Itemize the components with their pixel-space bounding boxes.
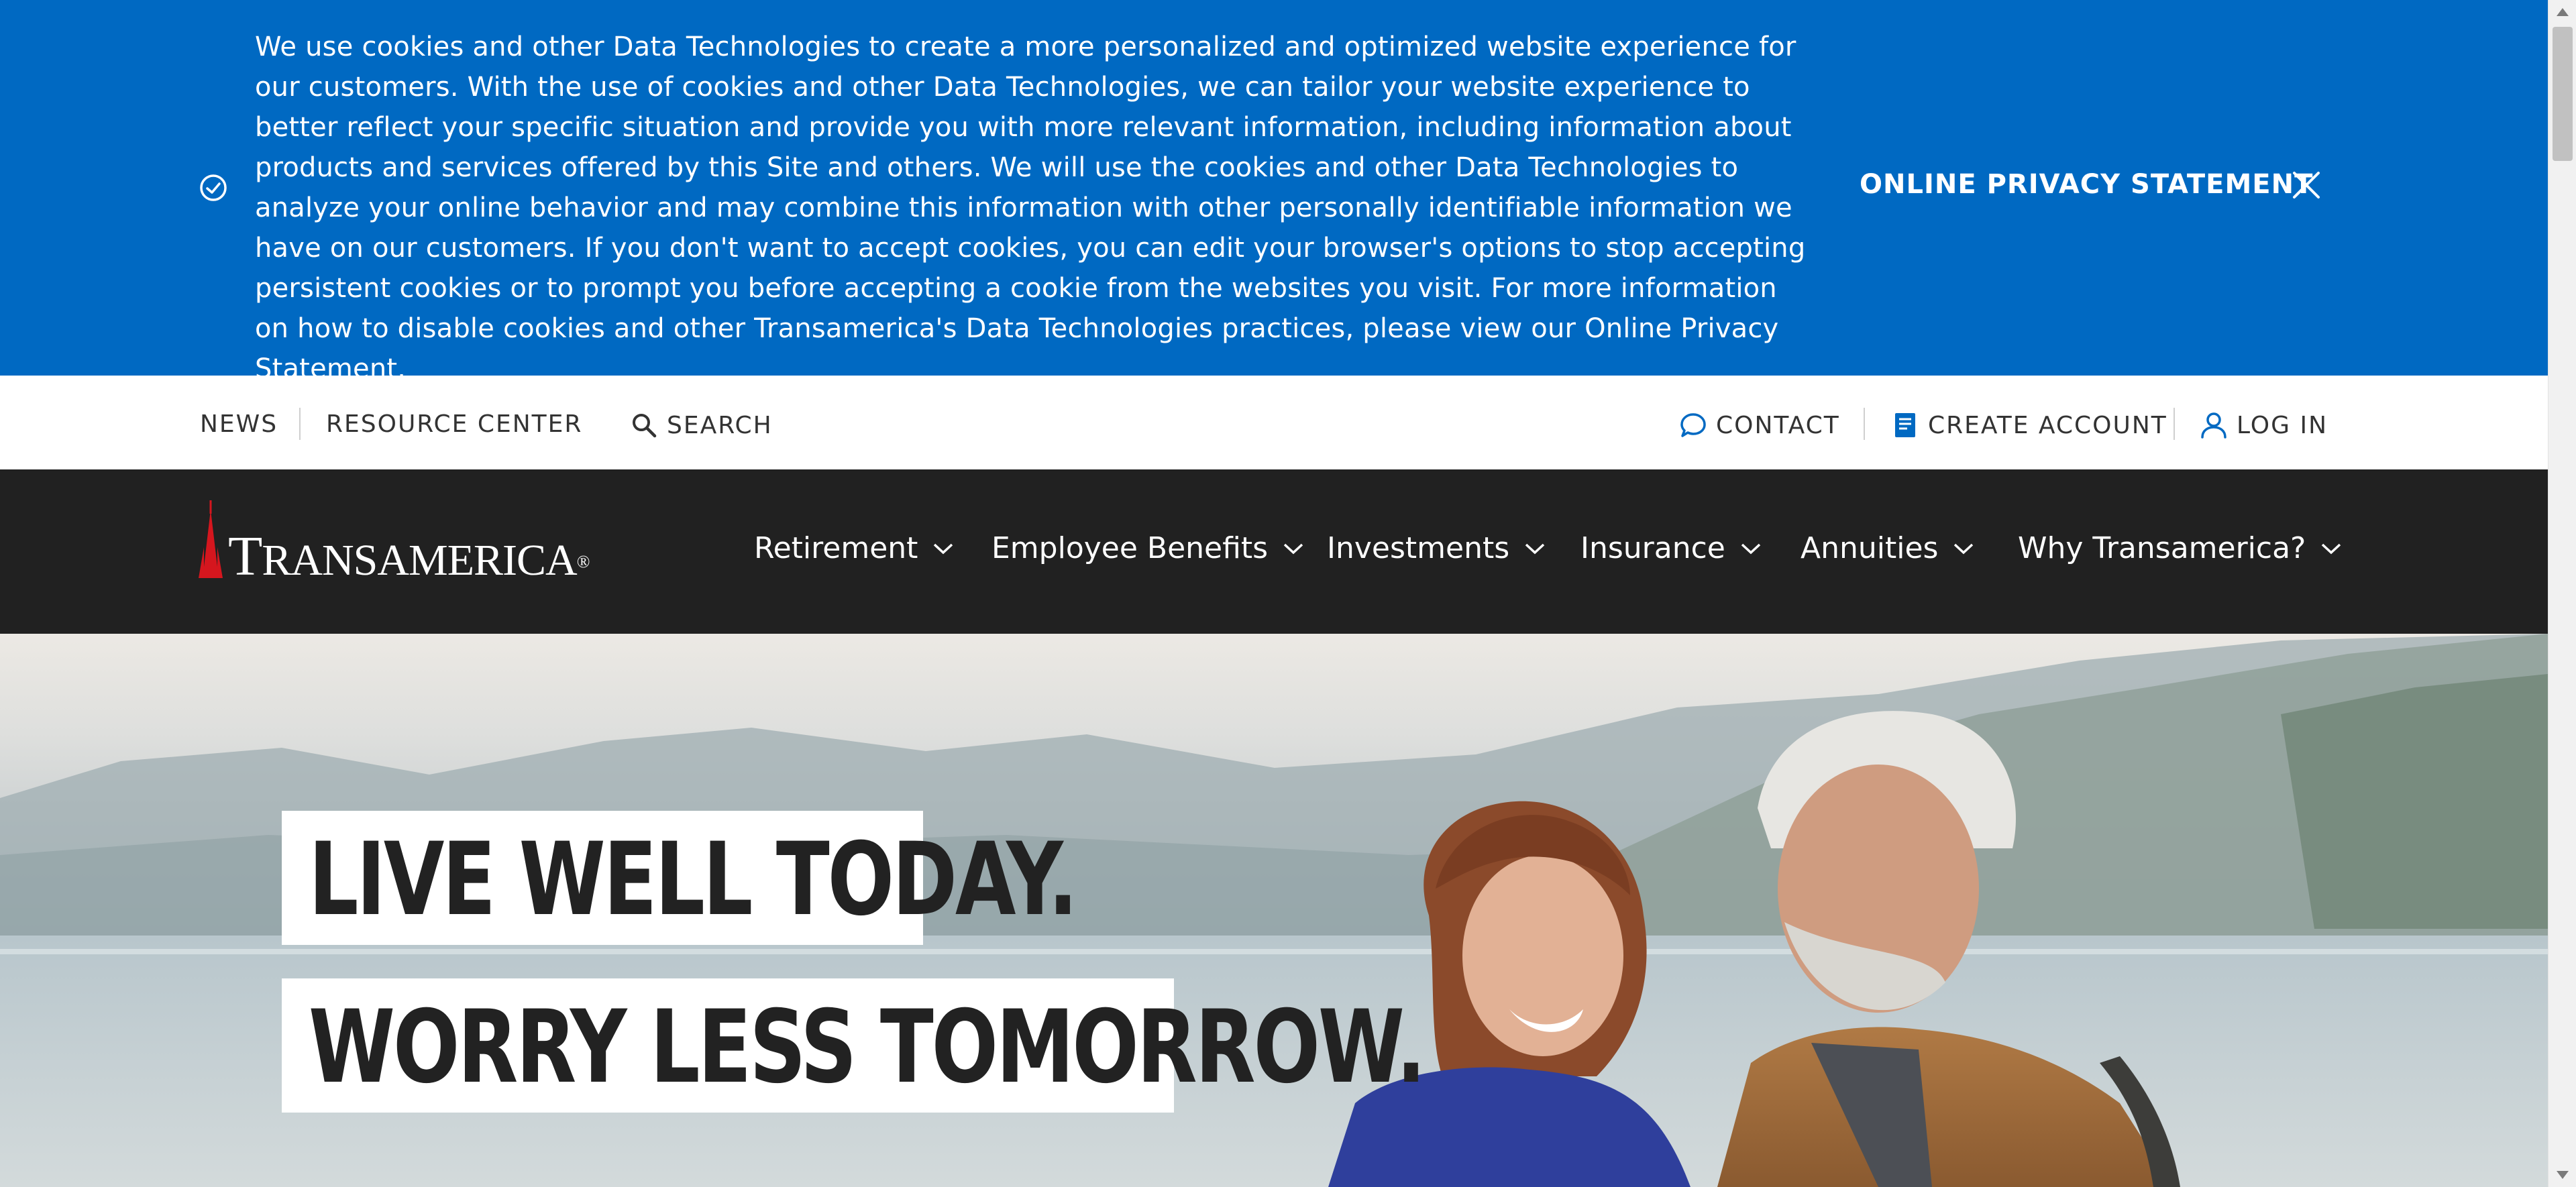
check-circle-icon bbox=[200, 174, 227, 201]
hero-headline-line-2: WORRY LESS TOMORROW. bbox=[282, 978, 1426, 1113]
nav-insurance[interactable]: Insurance bbox=[1580, 531, 1762, 565]
logo-letter: T bbox=[228, 525, 262, 587]
account-form-icon bbox=[1895, 413, 1915, 437]
nav-investments-label: Investments bbox=[1327, 531, 1510, 565]
resource-center-link[interactable]: RESOURCE CENTER bbox=[326, 410, 582, 438]
nav-why-transamerica[interactable]: Why Transamerica? bbox=[2018, 531, 2342, 565]
utility-bar: NEWS RESOURCE CENTER SEARCH CONTACT CREA… bbox=[0, 376, 2548, 469]
nav-retirement[interactable]: Retirement bbox=[754, 531, 954, 565]
scroll-down-arrow-icon[interactable] bbox=[2557, 1171, 2569, 1179]
nav-why-transamerica-label: Why Transamerica? bbox=[2018, 531, 2306, 565]
hero-headline-text-2: WORRY LESS TOMORROW. bbox=[309, 989, 1426, 1106]
nav-insurance-label: Insurance bbox=[1580, 531, 1725, 565]
hero-headline-text-1: LIVE WELL TODAY. bbox=[309, 822, 1078, 938]
transamerica-logo[interactable]: TRANSAMERICA® bbox=[199, 496, 590, 585]
contact-link[interactable]: CONTACT bbox=[1678, 410, 1840, 440]
scrollbar-thumb[interactable] bbox=[2553, 27, 2573, 161]
divider bbox=[2174, 408, 2175, 440]
search-button[interactable]: SEARCH bbox=[629, 410, 773, 440]
contact-label: CONTACT bbox=[1716, 411, 1840, 439]
nav-annuities[interactable]: Annuities bbox=[1801, 531, 1974, 565]
chevron-down-icon bbox=[1283, 543, 1303, 554]
chevron-down-icon bbox=[934, 543, 953, 554]
nav-annuities-label: Annuities bbox=[1801, 531, 1939, 565]
log-in-label: LOG IN bbox=[2237, 411, 2328, 439]
chevron-down-icon bbox=[2322, 543, 2341, 554]
chevron-down-icon bbox=[1954, 543, 1974, 554]
chat-bubble-icon bbox=[1680, 413, 1706, 437]
resource-center-label: RESOURCE CENTER bbox=[326, 410, 583, 438]
main-navigation: TRANSAMERICA® Retirement Employee Benefi… bbox=[0, 469, 2548, 634]
logo-letters: RANSAMERICA bbox=[262, 536, 577, 585]
create-account-label: CREATE ACCOUNT bbox=[1928, 411, 2167, 439]
chevron-down-icon bbox=[1525, 543, 1545, 554]
cookie-banner: We use cookies and other Data Technologi… bbox=[0, 0, 2548, 384]
nav-employee-benefits-label: Employee Benefits bbox=[991, 531, 1269, 565]
create-account-link[interactable]: CREATE ACCOUNT bbox=[1890, 410, 2167, 440]
pyramid-logo-icon bbox=[199, 500, 223, 578]
nav-retirement-label: Retirement bbox=[754, 531, 918, 565]
news-link[interactable]: NEWS bbox=[200, 410, 278, 438]
divider bbox=[299, 408, 301, 440]
search-label: SEARCH bbox=[667, 411, 773, 439]
news-link-label: NEWS bbox=[200, 410, 278, 438]
nav-employee-benefits[interactable]: Employee Benefits bbox=[991, 531, 1304, 565]
scroll-up-arrow-icon[interactable] bbox=[2557, 8, 2569, 16]
hero-banner: LIVE WELL TODAY. WORRY LESS TOMORROW. bbox=[0, 634, 2548, 1187]
nav-investments[interactable]: Investments bbox=[1327, 531, 1546, 565]
search-icon bbox=[633, 414, 657, 438]
divider bbox=[1864, 408, 1865, 440]
cookie-notice-text: We use cookies and other Data Technologi… bbox=[255, 32, 1806, 384]
chevron-down-icon bbox=[1741, 543, 1761, 554]
log-in-link[interactable]: LOG IN bbox=[2199, 410, 2328, 440]
logo-wordmark: TRANSAMERICA® bbox=[228, 528, 590, 587]
page-scrollbar[interactable] bbox=[2548, 0, 2576, 1187]
hero-headline-line-1: LIVE WELL TODAY. bbox=[282, 811, 1078, 945]
user-icon bbox=[2201, 412, 2226, 439]
registered-mark: ® bbox=[576, 552, 590, 571]
close-icon[interactable] bbox=[2290, 169, 2322, 201]
online-privacy-statement-link[interactable]: ONLINE PRIVACY STATEMENT bbox=[1860, 169, 2313, 200]
